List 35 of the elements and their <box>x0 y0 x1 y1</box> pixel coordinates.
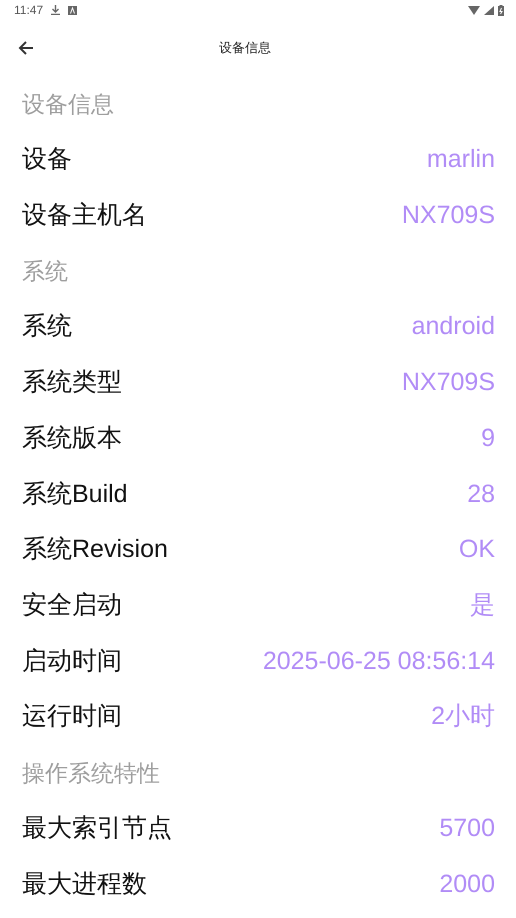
info-label: 系统Revision <box>22 534 168 566</box>
wifi-icon <box>468 6 480 14</box>
info-label: 设备 <box>22 144 72 176</box>
info-value: 28 <box>467 478 495 510</box>
status-time: 11:47 <box>14 2 44 19</box>
info-label: 系统Build <box>22 478 128 510</box>
info-label: 启动时间 <box>22 646 122 677</box>
info-label: 安全启动 <box>22 590 122 621</box>
section-header: 设备信息 <box>22 91 114 117</box>
info-label: 最大索引节点 <box>22 812 172 844</box>
info-value: 是 <box>470 590 495 621</box>
info-value: 9 <box>481 422 495 454</box>
info-label: 系统 <box>22 311 72 342</box>
info-value: 2小时 <box>431 701 495 732</box>
section-header: 系统 <box>22 258 68 284</box>
info-value: 2025-06-25 08:56:14 <box>262 646 495 677</box>
info-value: OK <box>458 534 495 566</box>
page-title: 设备信息 <box>219 39 271 58</box>
info-value: 2000 <box>439 868 495 900</box>
app-notification-icon <box>68 6 78 14</box>
info-value: 5700 <box>439 812 495 844</box>
signal-icon <box>484 6 494 14</box>
info-label: 系统版本 <box>22 422 122 454</box>
info-label: 系统类型 <box>22 367 122 398</box>
info-label: 运行时间 <box>22 701 122 732</box>
info-label: 最大进程数 <box>22 868 147 900</box>
info-value: marlin <box>426 144 495 176</box>
info-value: android <box>412 311 495 342</box>
download-icon <box>51 5 60 15</box>
section-header: 操作系统特性 <box>22 760 160 786</box>
info-value: NX709S <box>402 200 495 231</box>
info-label: 设备主机名 <box>22 200 147 231</box>
info-value: NX709S <box>402 367 495 398</box>
back-arrow-icon[interactable] <box>18 40 34 56</box>
battery-icon <box>498 4 504 16</box>
